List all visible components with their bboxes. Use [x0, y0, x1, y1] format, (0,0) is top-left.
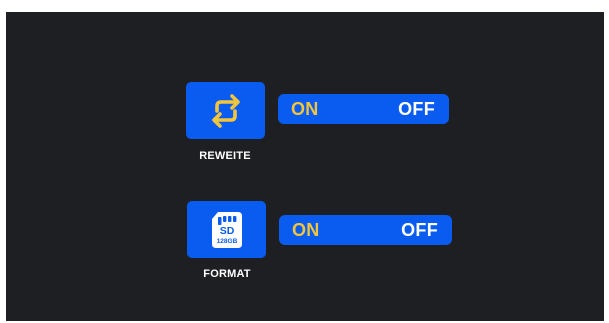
- rewrite-toggle[interactable]: ON OFF: [278, 94, 449, 124]
- rewrite-off-option[interactable]: OFF: [398, 99, 435, 120]
- settings-screen: [6, 12, 604, 321]
- rewrite-icon-tile[interactable]: [186, 82, 265, 139]
- format-on-option[interactable]: ON: [292, 220, 320, 241]
- sd-card-icon-capacity: 128GB: [216, 238, 237, 245]
- rewrite-label: REWEITE: [199, 150, 251, 162]
- sd-card-icon-text: SD: [219, 225, 234, 237]
- loop-arrows-icon: [211, 93, 240, 128]
- format-toggle[interactable]: ON OFF: [279, 215, 452, 245]
- format-label: FORMAT: [203, 268, 251, 280]
- format-off-option[interactable]: OFF: [401, 220, 438, 241]
- format-icon-tile[interactable]: SD 128GB: [187, 201, 266, 258]
- sd-card-icon: SD 128GB: [211, 211, 242, 248]
- rewrite-on-option[interactable]: ON: [291, 99, 319, 120]
